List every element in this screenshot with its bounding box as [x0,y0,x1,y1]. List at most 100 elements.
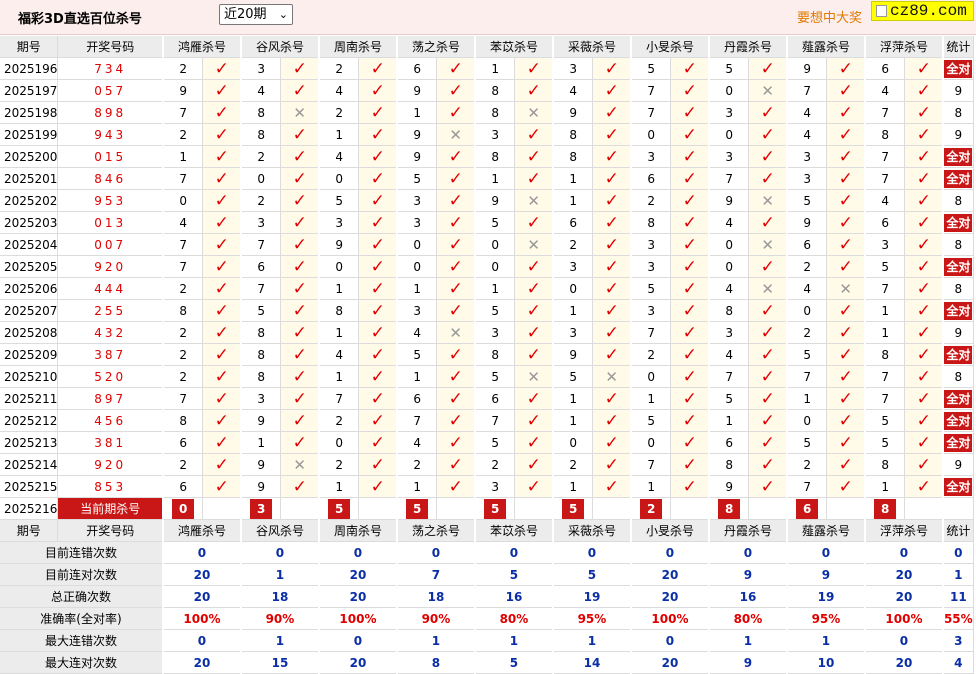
result-mark-cell: ✓ [514,57,554,80]
kill-number: 4 [708,277,750,300]
result-mark-cell: ✓ [358,365,398,388]
result-mark-cell: ✓ [826,431,866,454]
kill-number: 9 [396,79,438,102]
check-icon: ✓ [214,190,229,211]
check-icon: ✓ [292,146,307,167]
kill-number: 8 [708,453,750,476]
check-icon: ✓ [526,432,541,453]
kill-number: 1 [318,365,360,388]
kill-number: 7 [396,409,438,432]
result-mark-cell: ✓ [670,387,710,410]
check-icon: ✓ [526,58,541,79]
result-mark-cell: ✓ [670,453,710,476]
result-mark-cell: ✓ [826,453,866,476]
check-icon: ✓ [526,146,541,167]
kill-number: 7 [240,233,282,256]
check-icon: ✓ [604,146,619,167]
kill-number: 2 [162,57,204,80]
winning-numbers: 015 [57,145,164,168]
check-icon: ✓ [916,322,931,343]
kill-number: 0 [708,79,750,102]
table-row: 2025198 898 7 ✓ 8 ✕ 2 ✓ 1 ✓ 8 ✕ 9 ✓ 7 ✓ 3 ✓ 4 ✓ 7 ✓ 8 [0,101,974,124]
result-mark-cell: ✓ [670,167,710,190]
check-icon: ✓ [682,344,697,365]
kill-number: 9 [162,79,204,102]
result-mark-cell: ✓ [202,79,242,102]
result-mark-cell: ✓ [202,277,242,300]
check-icon: ✓ [838,124,853,145]
check-icon: ✓ [916,80,931,101]
header-expert-6: 采薇杀号 [552,36,632,58]
period-select[interactable]: 近20期 ⌄ [219,4,293,25]
kill-number: 9 [240,409,282,432]
header-expert-3: 周南杀号 [318,519,398,542]
result-mark-cell: ✓ [904,343,944,366]
current-blank-cell [670,497,710,520]
result-mark-cell: ✓ [358,167,398,190]
table-row: 2025207 255 8 ✓ 5 ✓ 8 ✓ 3 ✓ 5 ✓ 1 ✓ 3 ✓ 8 ✓ 0 ✓ 1 ✓ 全对 [0,299,974,322]
stats-value: 0 [396,541,476,564]
check-icon: ✓ [604,234,619,255]
check-icon: ✓ [526,454,541,475]
result-mark-cell: ✓ [202,123,242,146]
result-mark-cell: ✓ [904,255,944,278]
kill-number: 7 [786,475,828,498]
check-icon: ✓ [682,190,697,211]
result-mark-cell: ✓ [826,145,866,168]
top-bar: 福彩3D直选百位杀号 近20期 ⌄ 要想中大奖 cz89.com [0,0,976,35]
current-kill-cell: 8 [864,497,906,520]
result-mark-cell: ✓ [514,321,554,344]
result-mark-cell: ✓ [514,145,554,168]
check-icon: ✓ [526,124,541,145]
result-mark-cell: ✓ [358,233,398,256]
stats-value: 0 [240,541,320,564]
check-icon: ✓ [838,410,853,431]
kill-number: 1 [630,475,672,498]
result-mark-cell: ✓ [904,321,944,344]
stats-value: 0 [162,629,242,652]
result-mark-cell: ✓ [202,431,242,454]
winning-numbers: 432 [57,321,164,344]
result-mark-cell: ✓ [592,277,632,300]
site-logo[interactable]: cz89.com [871,1,974,21]
stat-cell: 全对 [942,145,974,168]
kill-number: 4 [708,211,750,234]
result-mark-cell: ✓ [592,145,632,168]
stat-cell: 全对 [942,475,974,498]
kill-number: 3 [786,167,828,190]
result-mark-cell: ✓ [436,277,476,300]
stats-value: 20 [630,651,710,674]
kill-number: 4 [786,101,828,124]
check-icon: ✓ [682,168,697,189]
stats-row: 总正确次数 20 18 20 18 16 19 20 16 19 20 11 [0,585,974,608]
check-icon: ✓ [916,454,931,475]
kill-number: 8 [864,123,906,146]
kill-number: 8 [240,101,282,124]
winning-numbers: 920 [57,453,164,476]
winning-numbers: 013 [57,211,164,234]
result-mark-cell: ✓ [670,233,710,256]
stats-value: 20 [630,585,710,608]
check-icon: ✓ [292,256,307,277]
current-blank-cell [436,497,476,520]
result-mark-cell: ✓ [358,475,398,498]
kill-number: 2 [162,123,204,146]
result-mark-cell: ✓ [514,475,554,498]
table-row: 2025196 734 2 ✓ 3 ✓ 2 ✓ 6 ✓ 1 ✓ 3 ✓ 5 ✓ 5 ✓ 9 ✓ 6 ✓ 全对 [0,57,974,80]
all-correct-badge: 全对 [944,345,973,364]
result-mark-cell: ✓ [436,211,476,234]
result-mark-cell: ✓ [670,145,710,168]
kill-number: 3 [240,57,282,80]
all-correct-badge: 全对 [944,169,973,188]
current-period: 2025216 [0,497,59,520]
kill-number: 0 [786,299,828,322]
kill-number: 1 [318,321,360,344]
stat-cell: 全对 [942,57,974,80]
result-mark-cell: ✓ [514,409,554,432]
check-icon: ✓ [370,124,385,145]
result-mark-cell: ✓ [436,255,476,278]
check-icon: ✓ [838,322,853,343]
result-mark-cell: ✓ [514,79,554,102]
result-mark-cell: ✕ [280,101,320,124]
kill-number: 8 [240,321,282,344]
